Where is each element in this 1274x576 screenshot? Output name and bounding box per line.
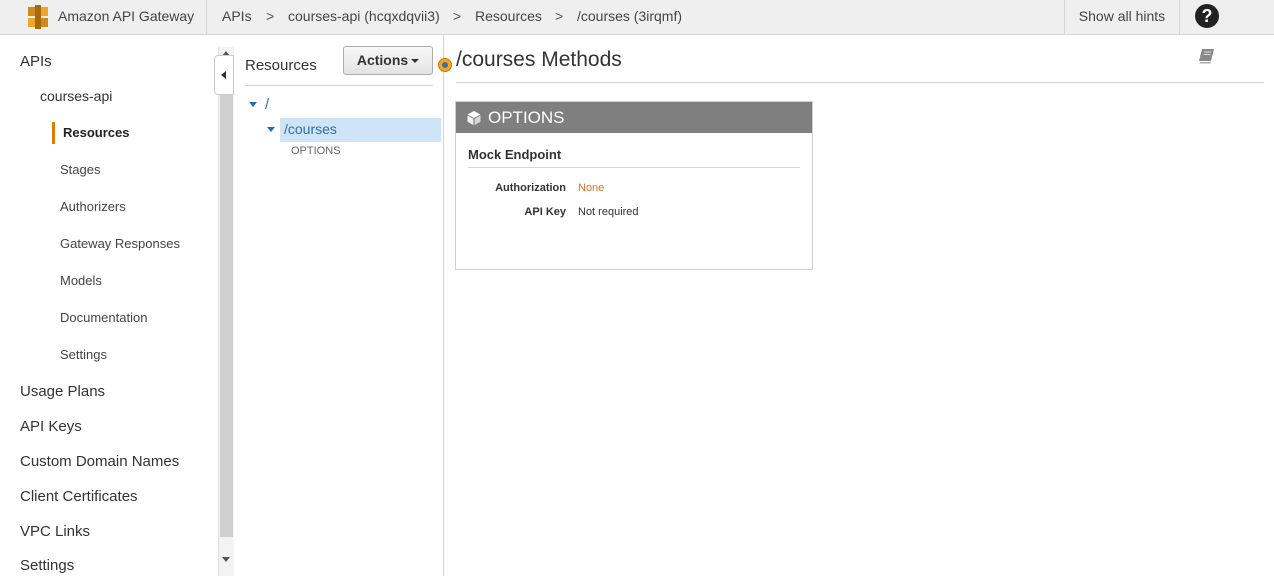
method-name: OPTIONS xyxy=(488,108,565,127)
nav-item-documentation[interactable]: Documentation xyxy=(60,310,147,325)
caret-down-icon xyxy=(411,59,420,64)
resources-title: Resources xyxy=(245,57,317,74)
nav-item-authorizers[interactable]: Authorizers xyxy=(60,199,126,214)
method-card-header[interactable]: OPTIONS xyxy=(456,102,812,133)
actions-label: Actions xyxy=(356,52,409,68)
options-method-card[interactable]: OPTIONS Mock Endpoint Authorization None… xyxy=(455,101,813,270)
breadcrumb-separator: > xyxy=(453,8,462,24)
nav-api-keys[interactable]: API Keys xyxy=(20,418,82,435)
documentation-book-icon[interactable] xyxy=(1198,48,1216,64)
nav-scrollbar[interactable] xyxy=(218,47,234,576)
nav-custom-domain-names[interactable]: Custom Domain Names xyxy=(20,453,179,470)
nav-item-models[interactable]: Models xyxy=(60,273,102,288)
authorization-label: Authorization xyxy=(495,182,566,194)
expand-root-icon[interactable] xyxy=(249,102,257,107)
tree-node-options-method[interactable]: OPTIONS xyxy=(291,145,341,157)
brand-name: Amazon API Gateway xyxy=(58,8,195,24)
collapse-nav-button[interactable] xyxy=(214,55,234,95)
integration-type: Mock Endpoint xyxy=(468,147,562,162)
nav-item-stages[interactable]: Stages xyxy=(60,162,100,177)
scrollbar-thumb[interactable] xyxy=(220,89,233,537)
tree-node-root[interactable]: / xyxy=(265,96,269,113)
title-divider xyxy=(456,82,1264,83)
nav-client-certificates[interactable]: Client Certificates xyxy=(20,488,138,505)
expand-courses-icon[interactable] xyxy=(267,127,275,132)
nav-api-courses[interactable]: courses-api xyxy=(40,88,112,104)
authorization-value: None xyxy=(578,182,605,194)
chevron-left-icon xyxy=(221,71,226,79)
top-bar: Amazon API Gateway APIs > courses-api (h… xyxy=(0,0,1274,35)
show-all-hints-button[interactable]: Show all hints xyxy=(1064,0,1180,35)
nav-apis[interactable]: APIs xyxy=(20,53,52,70)
breadcrumb-api[interactable]: courses-api (hcqxdqvii3) xyxy=(288,8,440,24)
breadcrumb-resource[interactable]: /courses (3irqmf) xyxy=(577,8,682,24)
nav-settings[interactable]: Settings xyxy=(20,557,74,574)
nav-vpc-links[interactable]: VPC Links xyxy=(20,523,90,540)
card-divider xyxy=(468,167,800,168)
breadcrumb-separator: > xyxy=(266,8,275,24)
breadcrumb-resources[interactable]: Resources xyxy=(475,8,542,24)
api-gateway-logo-icon xyxy=(28,5,48,29)
api-key-label: API Key xyxy=(524,206,566,218)
cube-icon xyxy=(467,111,481,125)
scroll-down-icon[interactable] xyxy=(222,557,230,562)
nav-item-gateway-responses[interactable]: Gateway Responses xyxy=(60,236,180,251)
nav-item-resources[interactable]: Resources xyxy=(52,122,202,144)
help-icon[interactable]: ? xyxy=(1195,4,1219,28)
resources-panel: Resources Actions / /courses OPTIONS xyxy=(235,35,444,576)
page-title: /courses Methods xyxy=(456,48,622,71)
tree-node-courses[interactable]: /courses xyxy=(284,121,337,137)
breadcrumb-separator: > xyxy=(555,8,564,24)
nav-usage-plans[interactable]: Usage Plans xyxy=(20,383,105,400)
breadcrumb-apis[interactable]: APIs xyxy=(222,8,252,24)
nav-item-settings[interactable]: Settings xyxy=(60,347,107,362)
actions-dropdown-button[interactable]: Actions xyxy=(343,46,433,75)
brand[interactable]: Amazon API Gateway xyxy=(0,0,207,35)
divider xyxy=(245,85,433,86)
left-nav: APIs courses-api Resources Stages Author… xyxy=(0,35,218,576)
hint-icon[interactable] xyxy=(438,58,452,72)
api-key-value: Not required xyxy=(578,206,639,218)
